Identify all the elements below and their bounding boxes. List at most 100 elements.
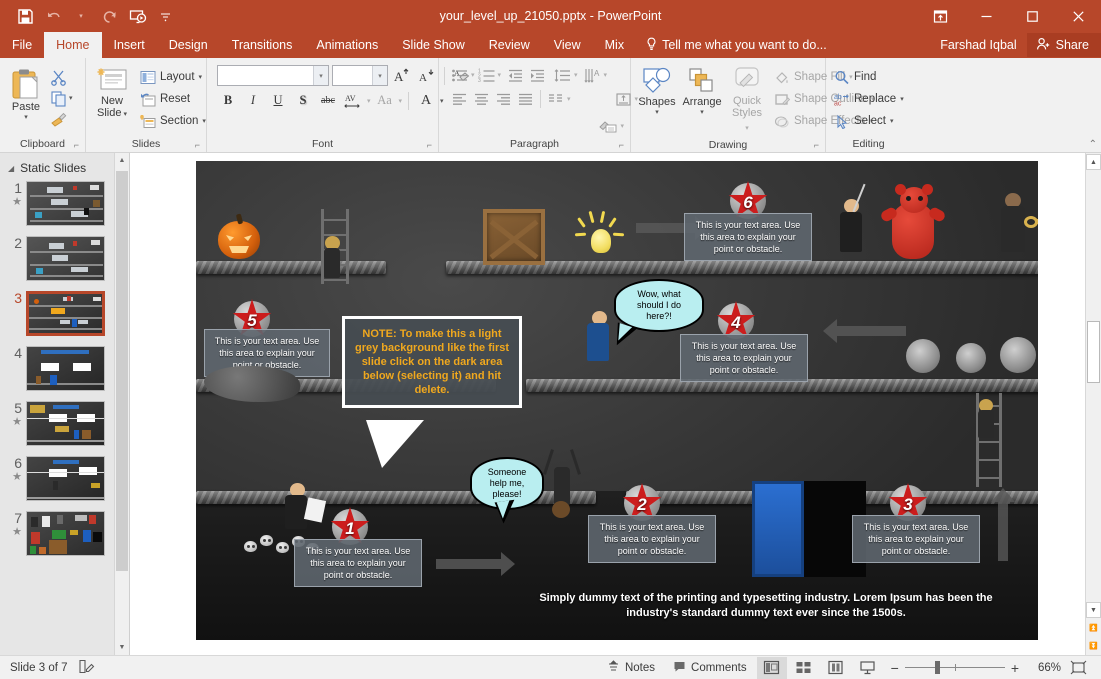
thumbnail-preview-1[interactable] — [26, 181, 105, 226]
slide-canvas[interactable]: 6 This is your text area. Use this area … — [196, 161, 1038, 640]
section-header-static-slides[interactable]: ◢ Static Slides — [0, 153, 129, 181]
arrange-button[interactable]: Arrange ▾ — [680, 63, 724, 118]
thumbnail-item-6[interactable]: 6 ★ — [0, 456, 129, 511]
quick-styles-button[interactable]: Quick Styles ▾ — [725, 63, 769, 137]
thumbnail-preview-3[interactable] — [26, 291, 105, 336]
format-painter-button[interactable] — [48, 109, 69, 129]
tab-view[interactable]: View — [542, 32, 593, 58]
thumbnail-scrollbar-knob[interactable] — [116, 171, 128, 571]
scrollbar-track[interactable] — [1086, 171, 1101, 601]
replace-button[interactable]: ab ac Replace ▾ — [830, 88, 908, 110]
zoom-in-button[interactable]: + — [1011, 660, 1019, 676]
collapse-ribbon-icon[interactable]: ⌃ — [1089, 139, 1097, 150]
reset-button[interactable]: Reset — [136, 88, 210, 110]
find-button[interactable]: Find — [830, 66, 908, 88]
start-presentation-icon[interactable] — [124, 4, 150, 28]
reading-view-button[interactable] — [821, 657, 851, 679]
fit-slide-to-window-button[interactable] — [1063, 657, 1093, 679]
tab-insert[interactable]: Insert — [102, 32, 157, 58]
callout-3[interactable]: This is your text area. Use this area to… — [852, 515, 980, 563]
share-button[interactable]: Share — [1026, 33, 1101, 57]
scrollbar-knob[interactable] — [1087, 321, 1100, 383]
tab-animations[interactable]: Animations — [304, 32, 390, 58]
thumbnail-preview-6[interactable] — [26, 456, 105, 501]
align-right-button[interactable] — [493, 89, 514, 109]
bold-button[interactable]: B — [217, 90, 239, 111]
zoom-out-button[interactable]: − — [891, 660, 899, 676]
callout-1[interactable]: This is your text area. Use this area to… — [294, 539, 422, 587]
zoom-slider-handle[interactable] — [934, 661, 940, 674]
shapes-button[interactable]: Shapes ▾ — [635, 63, 679, 118]
thumbnail-scrollbar[interactable]: ▲ ▼ — [114, 153, 129, 655]
paragraph-dialog-launcher[interactable]: ⌐ — [619, 140, 624, 150]
slide-show-view-button[interactable] — [853, 657, 883, 679]
strikethrough-button[interactable]: abc — [317, 90, 339, 111]
triangle-collapse-icon[interactable]: ◢ — [8, 164, 14, 173]
increase-font-size-button[interactable]: A — [391, 65, 413, 86]
tab-mix[interactable]: Mix — [593, 32, 636, 58]
tab-review[interactable]: Review — [477, 32, 542, 58]
thumbnail-preview-5[interactable] — [26, 401, 105, 446]
convert-to-smartart-button[interactable] — [598, 116, 619, 136]
font-color-button[interactable]: A — [415, 90, 437, 111]
tab-slide-show[interactable]: Slide Show — [390, 32, 477, 58]
save-icon[interactable] — [12, 4, 38, 28]
italic-button[interactable]: I — [242, 90, 264, 111]
layout-button[interactable]: Layout ▾ — [136, 66, 210, 88]
font-dialog-launcher[interactable]: ⌐ — [427, 140, 432, 150]
zoom-slider[interactable] — [904, 661, 1005, 675]
columns-button[interactable] — [545, 89, 566, 109]
thumbnail-item-4[interactable]: 4 — [0, 346, 129, 401]
slide-indicator[interactable]: Slide 3 of 7 — [10, 662, 68, 674]
maximize-icon[interactable] — [1009, 0, 1055, 32]
note-callout[interactable]: NOTE: To make this a light grey backgrou… — [342, 316, 522, 408]
underline-button[interactable]: U — [267, 90, 289, 111]
align-center-button[interactable] — [471, 89, 492, 109]
text-direction-button[interactable]: A — [582, 65, 603, 85]
drawing-dialog-launcher[interactable]: ⌐ — [814, 140, 819, 150]
decrease-indent-button[interactable] — [505, 65, 526, 85]
ribbon-display-options-icon[interactable] — [917, 0, 963, 32]
customize-qat-icon[interactable] — [152, 4, 178, 28]
bullets-button[interactable] — [449, 65, 470, 85]
callout-4[interactable]: This is your text area. Use this area to… — [680, 334, 808, 382]
cut-button[interactable] — [48, 67, 69, 87]
section-button[interactable]: Section ▾ — [136, 110, 210, 132]
numbering-button[interactable]: 123 — [476, 65, 497, 85]
thumbnail-item-1[interactable]: 1 ★ — [0, 181, 129, 236]
canvas-vertical-scrollbar[interactable]: ▲ ▼ ⏫ ⏬ — [1085, 153, 1101, 655]
callout-2[interactable]: This is your text area. Use this area to… — [588, 515, 716, 563]
tab-home[interactable]: Home — [44, 32, 102, 58]
chevron-down-icon-font-size[interactable]: ▾ — [372, 66, 387, 85]
minimize-icon[interactable] — [963, 0, 1009, 32]
comments-button[interactable]: Comments — [665, 657, 755, 679]
chevron-down-icon-undo[interactable]: ▾ — [68, 4, 94, 28]
character-spacing-button[interactable]: AV — [342, 90, 364, 111]
clipboard-dialog-launcher[interactable]: ⌐ — [74, 140, 79, 150]
font-name-combo[interactable]: ▾ — [217, 65, 329, 86]
redo-icon[interactable] — [96, 4, 122, 28]
notes-page-icon[interactable] — [78, 659, 95, 677]
line-spacing-button[interactable] — [552, 65, 573, 85]
user-account-name[interactable]: Farshad Iqbal — [930, 38, 1026, 52]
zoom-control[interactable]: − + — [885, 660, 1025, 676]
thumbnail-item-2[interactable]: 2 — [0, 236, 129, 291]
paste-button[interactable]: Paste ▾ — [4, 63, 48, 123]
increase-indent-button[interactable] — [527, 65, 548, 85]
close-icon[interactable] — [1055, 0, 1101, 32]
previous-slide-icon[interactable]: ⏫ — [1086, 620, 1101, 636]
thumbnail-item-7[interactable]: 7 ★ — [0, 511, 129, 566]
scroll-down-icon[interactable]: ▼ — [115, 640, 129, 655]
change-case-button[interactable]: Aa — [374, 90, 396, 111]
new-slide-button[interactable]: New Slide ▾ — [90, 63, 134, 123]
scroll-down-icon[interactable]: ▼ — [1086, 602, 1101, 618]
thumbnail-item-5[interactable]: 5 ★ — [0, 401, 129, 456]
chevron-down-icon-paste[interactable]: ▾ — [24, 113, 28, 121]
zoom-level-label[interactable]: 66% — [1027, 662, 1061, 674]
normal-view-button[interactable] — [756, 656, 787, 679]
tab-transitions[interactable]: Transitions — [220, 32, 305, 58]
scroll-up-icon[interactable]: ▲ — [1086, 154, 1101, 170]
tell-me-search[interactable]: Tell me what you want to do... — [636, 32, 837, 58]
tab-file[interactable]: File — [0, 32, 45, 58]
slide-sorter-view-button[interactable] — [789, 657, 819, 679]
